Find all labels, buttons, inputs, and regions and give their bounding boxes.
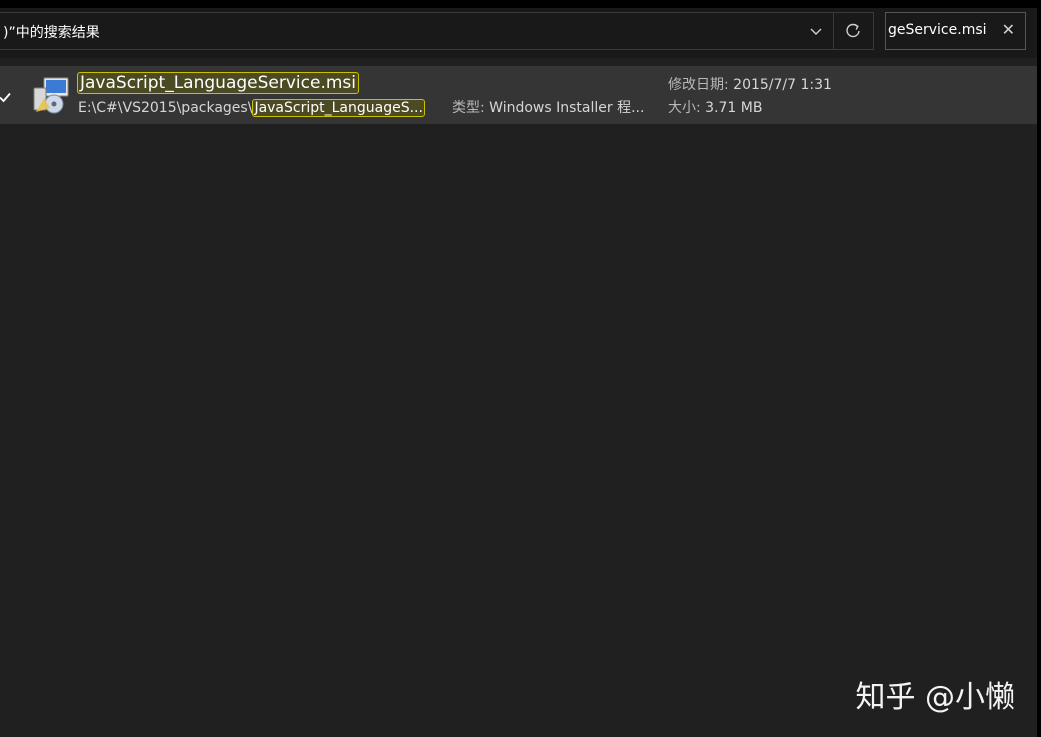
close-icon[interactable]: ✕ [1002,20,1015,39]
file-date-label: 修改日期: [668,77,729,93]
search-input[interactable]: geService.msi ✕ [885,12,1026,50]
checkmark-icon [0,92,11,103]
refresh-icon [846,23,860,38]
file-type: 类型: Windows Installer 程... [452,98,644,118]
file-path-prefix: E:\C#\VS2015\packages\ [78,100,253,116]
file-size: 大小: 3.71 MB [668,98,762,118]
file-type-value: Windows Installer 程... [489,100,645,116]
file-size-label: 大小: [668,100,701,116]
file-path-highlight: JavaScript_LanguageS... [252,99,425,117]
address-bar[interactable]: )”中的搜索结果 [0,12,874,50]
file-modified-date: 修改日期: 2015/7/7 1:31 [668,75,832,95]
file-name-link[interactable]: JavaScript_LanguageService.msi [77,72,359,94]
toolbar: )”中的搜索结果 geService.msi ✕ [0,8,1037,58]
refresh-button[interactable] [833,13,872,49]
history-dropdown-button[interactable] [801,13,831,49]
explorer-window: )”中的搜索结果 geService.msi ✕ JavaScript_Lang… [0,0,1041,737]
file-type-label: 类型: [452,100,485,116]
search-result-row[interactable]: JavaScript_LanguageService.msi E:\C#\VS2… [0,66,1037,124]
row-checkbox[interactable] [0,88,14,106]
file-path: E:\C#\VS2015\packages\ JavaScript_Languag… [78,98,425,118]
search-input-value[interactable]: geService.msi [888,22,987,38]
watermark: 知乎 @小懒 [855,680,1015,715]
file-date-value: 2015/7/7 1:31 [733,77,832,93]
file-size-value: 3.71 MB [705,100,763,116]
chevron-down-icon [810,28,822,35]
address-text[interactable]: )”中的搜索结果 [3,22,100,42]
window-right-border [1037,0,1041,737]
title-strip [0,0,1041,8]
msi-installer-icon [33,77,69,114]
